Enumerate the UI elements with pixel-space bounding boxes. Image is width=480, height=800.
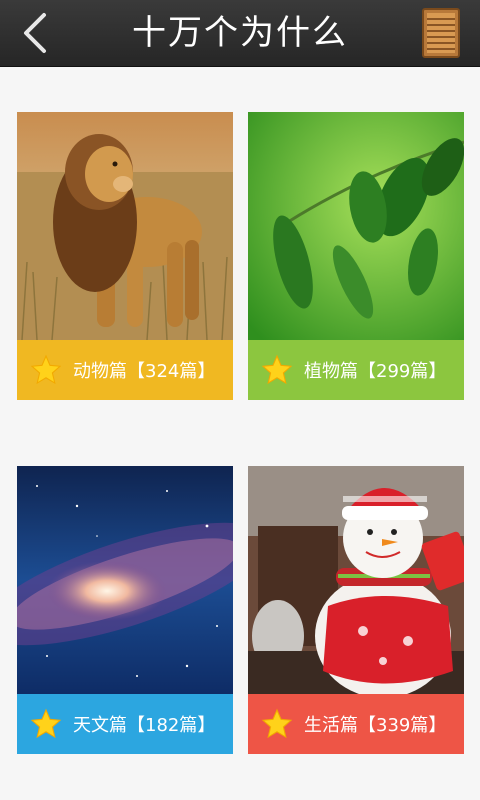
bookshelf-icon [422, 8, 460, 58]
category-card-astronomy[interactable]: 天文篇【182篇】 [17, 466, 233, 754]
leaves-photo [248, 112, 464, 340]
bookshelf-button[interactable] [422, 8, 460, 58]
category-label: 生活篇【339篇】 [304, 715, 447, 736]
category-label: 动物篇【324篇】 [73, 361, 216, 382]
snowman-photo [248, 466, 464, 694]
category-bar: 生活篇【339篇】 [248, 694, 464, 754]
category-label: 植物篇【299篇】 [304, 361, 447, 382]
galaxy-photo [17, 466, 233, 694]
star-icon [260, 707, 294, 741]
star-icon [29, 353, 63, 387]
star-icon [29, 707, 63, 741]
category-bar: 天文篇【182篇】 [17, 694, 233, 754]
app-header: 十万个为什么 [0, 0, 480, 66]
chevron-left-icon [24, 13, 46, 53]
category-bar: 动物篇【324篇】 [17, 340, 233, 400]
star-icon [260, 353, 294, 387]
category-label: 天文篇【182篇】 [73, 715, 216, 736]
category-bar: 植物篇【299篇】 [248, 340, 464, 400]
page-title: 十万个为什么 [132, 13, 348, 53]
lion-photo [17, 112, 233, 340]
category-card-animals[interactable]: 动物篇【324篇】 [17, 112, 233, 400]
category-card-life[interactable]: 生活篇【339篇】 [248, 466, 464, 754]
category-card-plants[interactable]: 植物篇【299篇】 [248, 112, 464, 400]
back-button[interactable] [0, 0, 70, 66]
